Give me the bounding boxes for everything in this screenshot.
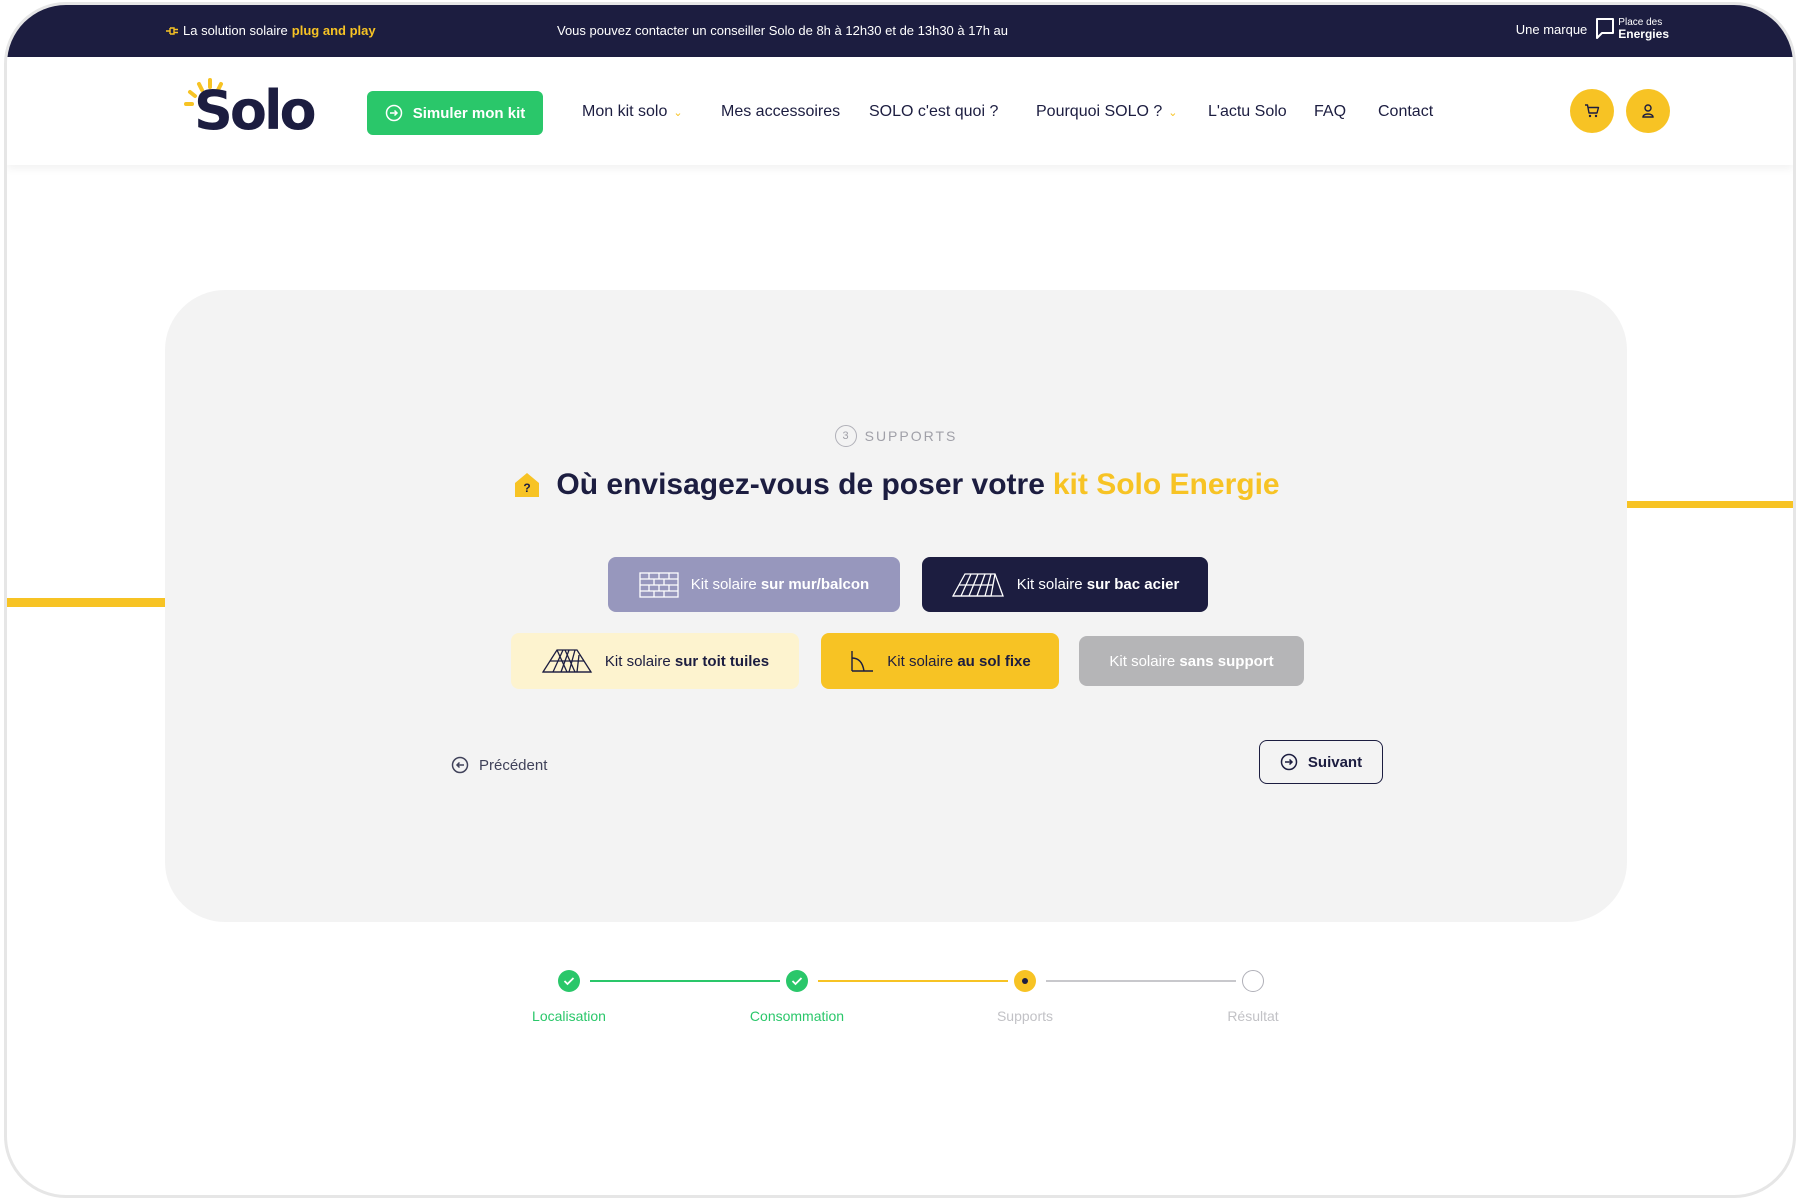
tagline: La solution solaire plug and play <box>165 23 376 38</box>
simulate-kit-button[interactable]: Simuler mon kit <box>367 91 543 135</box>
option-bold: sur bac acier <box>1086 576 1180 593</box>
cart-icon <box>1585 104 1600 118</box>
nav-label: Pourquoi SOLO ? <box>1036 103 1163 120</box>
brick-wall-icon <box>639 571 679 598</box>
stepper-line-1 <box>590 980 780 982</box>
solo-logo[interactable]: Solo <box>182 77 317 142</box>
next-button[interactable]: Suivant <box>1259 740 1383 784</box>
option-bold: sans support <box>1179 652 1274 670</box>
option-prefix: Kit solaire <box>604 652 671 670</box>
tile-roof-icon <box>541 649 593 673</box>
contact-info: Vous pouvez contacter un conseiller Solo… <box>557 23 1009 38</box>
nav-label: FAQ <box>1314 103 1347 120</box>
option-prefix: Kit solaire <box>1016 576 1083 593</box>
decorative-line-right <box>1624 501 1793 508</box>
nav-label: SOLO c'est quoi ? <box>869 103 999 120</box>
check-icon <box>791 977 803 986</box>
stepper-line-2 <box>818 980 1008 982</box>
simulate-kit-label: Simuler mon kit <box>412 104 526 122</box>
previous-button[interactable]: Précédent <box>451 756 547 774</box>
nav-item-mes-accessoires[interactable]: Mes accessoires <box>721 103 840 121</box>
step-question: ? Où envisagez-vous de poser votre kit S… <box>165 468 1627 502</box>
nav-label: L'actu Solo <box>1208 103 1287 120</box>
nav-label: Contact <box>1378 103 1434 120</box>
nav-label: Mes accessoires <box>721 103 841 120</box>
brand-line2: Energies <box>1618 27 1669 41</box>
option-no-support[interactable]: Kit solaire sans support <box>1079 636 1304 686</box>
option-bold: au sol fixe <box>957 652 1031 670</box>
option-bold: sur mur/balcon <box>760 576 870 593</box>
step-dot-resultat <box>1242 970 1264 992</box>
plug-icon <box>166 26 178 35</box>
nav-label: Mon kit solo <box>582 103 668 120</box>
option-bold: sur toit tuiles <box>674 652 770 670</box>
place-des-energies-logo: Place des Energies <box>1595 17 1669 41</box>
nav-item-contact[interactable]: Contact <box>1378 103 1433 121</box>
step-label-localisation: Localisation <box>532 1008 606 1024</box>
step-label-supports: Supports <box>996 1008 1054 1024</box>
nav-item-actu-solo[interactable]: L'actu Solo <box>1208 103 1287 121</box>
nav-item-faq[interactable]: FAQ <box>1314 103 1346 121</box>
speech-bubble-icon <box>1596 18 1615 39</box>
step-label-consommation: Consommation <box>749 1008 845 1024</box>
option-label: Kit solaire au sol fixe <box>887 653 1030 670</box>
step-indicator: 3 SUPPORTS <box>165 425 1627 447</box>
svg-text:?: ? <box>524 481 531 495</box>
check-icon <box>563 977 575 986</box>
option-tile-roof[interactable]: Kit solaire sur toit tuiles <box>511 633 799 689</box>
brand-prefix: Une marque <box>1515 21 1588 37</box>
top-announcement-bar: La solution solaire plug and play Vous p… <box>7 5 1793 57</box>
option-prefix: Kit solaire <box>690 576 757 593</box>
main-header: Solo Simuler mon kit Mon kit solo ⌄ Mes … <box>7 57 1793 165</box>
option-label: Kit solaire sans support <box>1109 653 1273 670</box>
option-wall-balcony[interactable]: Kit solaire sur mur/balcon <box>608 557 900 612</box>
option-label: Kit solaire sur bac acier <box>1017 576 1180 593</box>
step-dot-localisation[interactable] <box>558 970 580 992</box>
step-number: 3 <box>834 425 857 447</box>
account-button[interactable] <box>1626 89 1670 133</box>
ground-mount-icon <box>851 651 874 672</box>
arrow-circle-left-icon <box>451 756 469 774</box>
step-title: SUPPORTS <box>864 428 958 444</box>
step-dot-consommation[interactable] <box>786 970 808 992</box>
current-dot-icon <box>1022 978 1028 984</box>
arrow-circle-right-icon <box>1280 753 1298 771</box>
stepper-line-3 <box>1046 980 1236 982</box>
option-ground-mount[interactable]: Kit solaire au sol fixe <box>821 633 1059 689</box>
step-label-resultat: Résultat <box>1227 1008 1279 1024</box>
nav-item-solo-cest-quoi[interactable]: SOLO c'est quoi ? <box>869 103 998 121</box>
question-prefix: Où envisagez-vous de poser votre <box>556 468 1045 501</box>
option-steel-roof[interactable]: Kit solaire sur bac acier <box>922 557 1208 612</box>
nav-item-mon-kit-solo[interactable]: Mon kit solo ⌄ <box>582 103 683 121</box>
option-prefix: Kit solaire <box>1109 652 1176 670</box>
tagline-highlight: plug and play <box>291 23 376 38</box>
previous-label: Précédent <box>479 756 548 774</box>
option-label: Kit solaire sur mur/balcon <box>691 576 869 593</box>
brand-signature[interactable]: Une marque Place des Energies <box>1516 17 1669 41</box>
house-icon: ? <box>515 473 540 497</box>
chevron-down-icon: ⌄ <box>1168 106 1178 119</box>
logo-text: Solo <box>194 79 317 142</box>
option-label: Kit solaire sur toit tuiles <box>605 653 769 670</box>
cart-button[interactable] <box>1570 89 1614 133</box>
next-label: Suivant <box>1307 753 1363 771</box>
option-prefix: Kit solaire <box>887 652 954 670</box>
chevron-down-icon: ⌄ <box>673 106 683 119</box>
step-dot-supports[interactable] <box>1014 970 1036 992</box>
nav-item-pourquoi-solo[interactable]: Pourquoi SOLO ? ⌄ <box>1036 103 1178 121</box>
arrow-circle-right-icon <box>385 104 402 122</box>
browser-frame: La solution solaire plug and play Vous p… <box>4 2 1796 1198</box>
question-accent: kit Solo Energie <box>1052 468 1280 501</box>
simulator-card: 3 SUPPORTS ? Où envisagez-vous de poser … <box>165 290 1627 922</box>
user-icon <box>1642 104 1654 118</box>
tagline-prefix: La solution solaire <box>183 23 288 38</box>
steel-roof-icon <box>951 572 1004 597</box>
